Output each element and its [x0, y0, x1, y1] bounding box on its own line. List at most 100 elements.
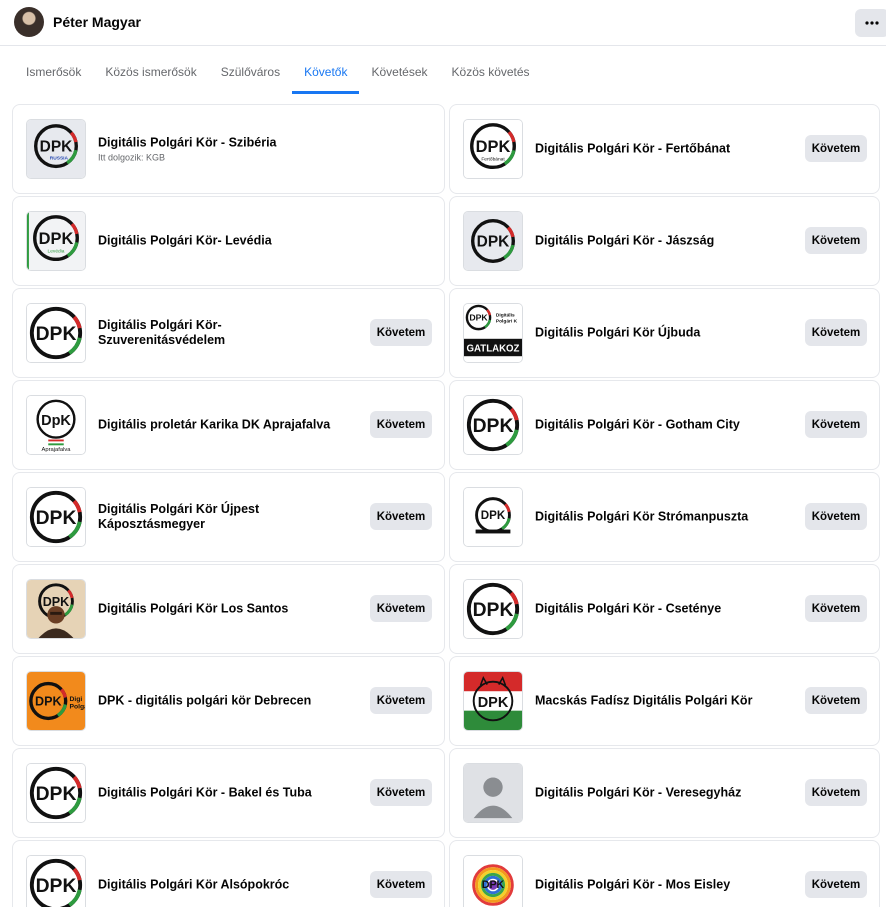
- follower-name[interactable]: Digitális Polgári Kör Újbuda: [535, 326, 775, 341]
- follower-name[interactable]: Digitális Polgári Kör - Mos Eisley: [535, 878, 775, 893]
- followers-grid: DPK RUSSIA Digitális Polgári Kör - Szibéri…: [12, 104, 880, 907]
- follow-button[interactable]: Követem: [805, 319, 867, 346]
- dpk-logo-aprajafalva-image[interactable]: DpK Aprajafalva: [26, 395, 86, 455]
- follow-button[interactable]: Követem: [805, 687, 867, 714]
- svg-text:DPK: DPK: [477, 234, 510, 251]
- follower-name[interactable]: Digitális Polgári Kör Strómanpuszta: [535, 510, 775, 525]
- profile-name[interactable]: Péter Magyar: [53, 14, 141, 30]
- follow-button[interactable]: Követem: [805, 503, 867, 530]
- follower-name[interactable]: Digitális Polgári Kör - Gotham City: [535, 418, 775, 433]
- dpk-logo-rainbow-image[interactable]: DPK: [463, 855, 523, 907]
- dpk-logo-siberia-image[interactable]: DPK RUSSIA: [26, 119, 86, 179]
- follower-name[interactable]: Digitális Polgári Kör - Fertőbánat: [535, 142, 775, 157]
- follower-card: DPK Digitális Polgári K GATLAKOZ Digitális P…: [449, 288, 880, 378]
- tab-5[interactable]: Közös követés: [440, 54, 542, 94]
- dpk-logo-image[interactable]: DPK: [463, 395, 523, 455]
- tab-3[interactable]: Követők: [292, 54, 360, 94]
- follower-name[interactable]: Digitális Polgári Kör Újpest Káposztásme…: [98, 502, 338, 532]
- follower-text: Digitális Polgári Kör - Bakel és Tuba: [98, 786, 338, 801]
- svg-text:DPK: DPK: [476, 138, 511, 156]
- dpk-logo-los-santos-image[interactable]: DPK: [26, 579, 86, 639]
- follower-card: Digitális Polgári Kör - Veresegyház Követ…: [449, 748, 880, 838]
- svg-text:Polgári K: Polgári K: [496, 318, 518, 324]
- follow-button[interactable]: Követem: [805, 871, 867, 898]
- follower-subtitle: Itt dolgozik: KGB: [98, 152, 166, 163]
- default-avatar-icon[interactable]: [463, 763, 523, 823]
- svg-text:Digitális: Digitális: [496, 313, 515, 319]
- profile-avatar[interactable]: [14, 7, 44, 37]
- dpk-logo-ujbuda-image[interactable]: DPK Digitális Polgári K GATLAKOZ: [463, 303, 523, 363]
- svg-text:DPK: DPK: [35, 695, 62, 709]
- dpk-logo-image[interactable]: DPK: [26, 487, 86, 547]
- dpk-logo-image[interactable]: DPK: [463, 579, 523, 639]
- follower-name[interactable]: Digitális Polgári Kör - Szibéria: [98, 136, 338, 151]
- follow-button[interactable]: Követem: [370, 871, 432, 898]
- follow-button[interactable]: Követem: [370, 595, 432, 622]
- dpk-logo-levedia-image[interactable]: DPK Levédia: [26, 211, 86, 271]
- follower-text: Digitális Polgári Kör Los Santos: [98, 602, 338, 617]
- follower-card: DPK Digitális Polgári Kör - Gotham City Kö…: [449, 380, 880, 470]
- follower-name[interactable]: Digitális Polgári Kör - Csetényе: [535, 602, 775, 617]
- follower-name[interactable]: Macskás Fadísz Digitális Polgári Kör: [535, 694, 775, 709]
- svg-text:Digi: Digi: [70, 696, 83, 703]
- follower-name[interactable]: Digitális Polgári Kör Los Santos: [98, 602, 338, 617]
- follower-text: Digitális Polgári Kör - Gotham City: [535, 418, 775, 433]
- tab-1[interactable]: Közös ismerősök: [93, 54, 208, 94]
- follow-button[interactable]: Követem: [370, 319, 432, 346]
- tab-0[interactable]: Ismerősök: [14, 54, 93, 94]
- follow-button[interactable]: Követem: [805, 595, 867, 622]
- follow-button[interactable]: Követem: [370, 411, 432, 438]
- dpk-logo-image[interactable]: DPK: [26, 763, 86, 823]
- follower-text: Digitális proletár Karika DK Aprajafalva: [98, 418, 338, 433]
- follower-name[interactable]: Digitális Polgári Kör-Szuverenitásvédele…: [98, 318, 338, 348]
- follow-button[interactable]: Követem: [805, 135, 867, 162]
- follow-button[interactable]: Követem: [370, 687, 432, 714]
- follow-button[interactable]: Követem: [805, 779, 867, 806]
- follower-text: DPK - digitális polgári kör Debrecen: [98, 694, 338, 709]
- dpk-logo-orange-image[interactable]: DPK DigiPolgá: [26, 671, 86, 731]
- follower-text: Digitális Polgári Kör Alsópokróc: [98, 878, 338, 893]
- follower-name[interactable]: Digitális Polgári Kör - Jászság: [535, 234, 775, 249]
- svg-text:DPK: DPK: [469, 313, 488, 323]
- follow-button[interactable]: Követem: [370, 503, 432, 530]
- follow-button[interactable]: Követem: [370, 779, 432, 806]
- follower-card: DPK Digitális Polgári Kör Alsópokróc Követ…: [12, 840, 445, 907]
- dpk-logo-gray-image[interactable]: DPK: [463, 211, 523, 271]
- follower-name[interactable]: Digitális Polgári Kör - Bakel és Tuba: [98, 786, 338, 801]
- more-options-button[interactable]: [855, 9, 886, 37]
- svg-text:GATLAKOZ: GATLAKOZ: [467, 343, 520, 354]
- follow-button[interactable]: Követem: [805, 227, 867, 254]
- tab-2[interactable]: Szülőváros: [209, 54, 292, 94]
- follower-card: DPK Digitális Polgári Kör-Szuverenitásvéd…: [12, 288, 445, 378]
- svg-text:DPK: DPK: [473, 600, 514, 621]
- follower-card: DPK Digitális Polgári Kör - Mos Eisley Köv…: [449, 840, 880, 907]
- follow-button[interactable]: Követem: [805, 411, 867, 438]
- svg-text:DPK: DPK: [36, 784, 77, 805]
- svg-text:RUSSIA: RUSSIA: [50, 156, 69, 162]
- follower-name[interactable]: Digitális Polgári Kör- Levédia: [98, 234, 338, 249]
- svg-text:DPK: DPK: [473, 416, 514, 437]
- follower-text: Digitális Polgári Kör Újbuda: [535, 326, 775, 341]
- tab-4[interactable]: Követések: [359, 54, 439, 94]
- follower-card: DPK RUSSIA Digitális Polgári Kör - Szibéri…: [12, 104, 445, 194]
- svg-text:Levédia: Levédia: [48, 249, 65, 255]
- follower-text: Digitális Polgári Kör-Szuverenitásvédele…: [98, 318, 338, 348]
- follower-name[interactable]: Digitális Polgári Kör - Veresegyház: [535, 786, 775, 801]
- svg-text:Aprajafalva: Aprajafalva: [41, 447, 71, 453]
- svg-text:DPK: DPK: [36, 324, 77, 345]
- follower-text: Digitális Polgári Kör Strómanpuszta: [535, 510, 775, 525]
- dpk-logo-fertobanat-image[interactable]: DPK Fertőbánat: [463, 119, 523, 179]
- dpk-logo-image[interactable]: DPK: [26, 855, 86, 907]
- follower-name[interactable]: DPK - digitális polgári kör Debrecen: [98, 694, 338, 709]
- dpk-logo-flag-image[interactable]: DPK: [463, 671, 523, 731]
- follower-text: Digitális Polgári Kör - Szibéria Itt dolg…: [98, 136, 338, 163]
- dpk-logo-small-image[interactable]: DPK: [463, 487, 523, 547]
- follower-text: Digitális Polgári Kör - Mos Eisley: [535, 878, 775, 893]
- follower-name[interactable]: Digitális proletár Karika DK Aprajafalva: [98, 418, 338, 433]
- follower-name[interactable]: Digitális Polgári Kör Alsópokróc: [98, 878, 338, 893]
- follower-card: DPK Macskás Fadísz Digitális Polgári Kör K…: [449, 656, 880, 746]
- follower-text: Digitális Polgári Kör Újpest Káposztásme…: [98, 502, 338, 532]
- dpk-logo-image[interactable]: DPK: [26, 303, 86, 363]
- svg-text:DPK: DPK: [36, 508, 77, 529]
- follower-text: Digitális Polgári Kör - Fertőbánat: [535, 142, 775, 157]
